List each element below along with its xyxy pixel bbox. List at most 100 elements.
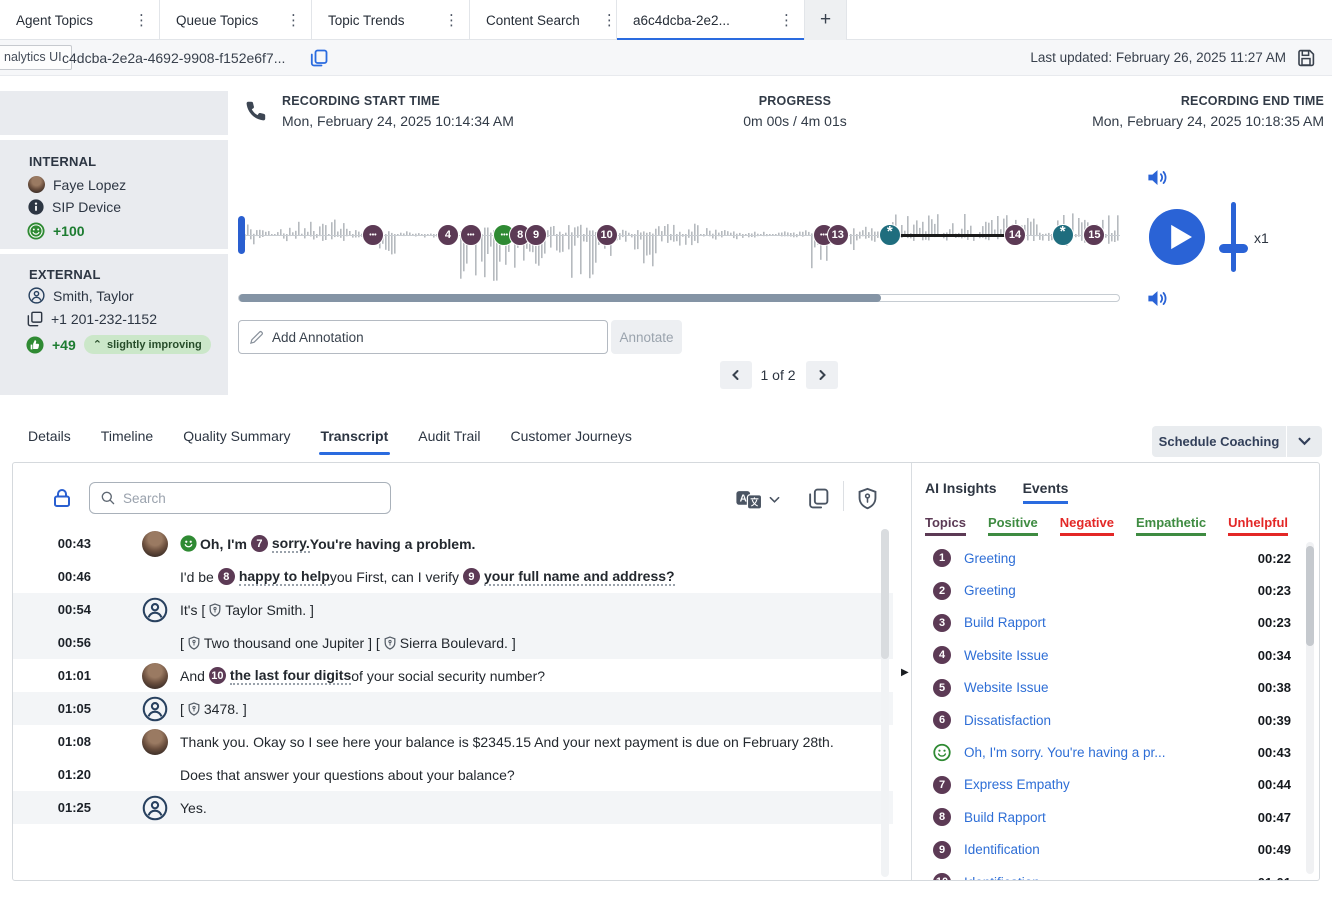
- topic-badge[interactable]: 9: [463, 568, 480, 585]
- tab-events[interactable]: Events: [1023, 480, 1069, 504]
- topic-badge[interactable]: 8: [218, 568, 235, 585]
- waveform-marker-15[interactable]: 15: [1083, 224, 1105, 246]
- workspace-tab-a6c4dcba-2e2-[interactable]: a6c4dcba-2e2...⋮: [617, 0, 805, 40]
- previous-page-button[interactable]: [720, 361, 752, 389]
- workspace-tab-agent-topics[interactable]: Agent Topics⋮: [0, 0, 160, 40]
- filter-negative[interactable]: Negative: [1060, 515, 1114, 536]
- event-item[interactable]: 10Identification01:01: [912, 866, 1320, 880]
- tab-ai-insights[interactable]: AI Insights: [925, 480, 997, 504]
- schedule-coaching-button[interactable]: Schedule Coaching: [1152, 426, 1322, 457]
- event-item[interactable]: Oh, I'm sorry. You're having a pr...00:4…: [912, 736, 1320, 768]
- audio-waveform[interactable]: •••4••••••8910•••13*14*15: [238, 188, 1120, 284]
- event-label[interactable]: Oh, I'm sorry. You're having a pr...: [964, 745, 1248, 760]
- event-item[interactable]: 8Build Rapport00:47: [912, 801, 1320, 833]
- kebab-menu-icon[interactable]: ⋮: [757, 11, 794, 29]
- tab-transcript[interactable]: Transcript: [321, 428, 389, 455]
- transcript-row[interactable]: 01:20Does that answer your questions abo…: [13, 758, 893, 791]
- tab-timeline[interactable]: Timeline: [101, 428, 153, 455]
- collapse-panel-handle[interactable]: ▶: [901, 667, 909, 678]
- tab-quality-summary[interactable]: Quality Summary: [183, 428, 290, 455]
- transcript-row[interactable]: 01:05[ 3478. ]: [13, 692, 893, 725]
- event-filters: Topics Positive Negative Empathetic Unhelpfu…: [925, 515, 1288, 536]
- event-label[interactable]: Greeting: [964, 551, 1248, 566]
- waveform-marker-13[interactable]: 13: [827, 224, 849, 246]
- transcript-row[interactable]: 01:01And 10the last four digits of your …: [13, 659, 893, 692]
- topic-badge[interactable]: 10: [209, 667, 226, 684]
- transcript-row[interactable]: 01:25Yes.: [13, 791, 893, 824]
- filter-positive[interactable]: Positive: [988, 515, 1038, 536]
- event-item[interactable]: 4Website Issue00:34: [912, 639, 1320, 671]
- annotate-button[interactable]: Annotate: [611, 320, 682, 354]
- volume-icon-external[interactable]: [1146, 288, 1169, 308]
- transcript-row[interactable]: 00:54It's [ Taylor Smith. ]: [13, 593, 893, 626]
- waveform-marker-topic[interactable]: •••: [362, 224, 384, 246]
- waveform-marker-topic[interactable]: •••: [460, 224, 482, 246]
- waveform-marker-9[interactable]: 9: [525, 224, 547, 246]
- events-scrollbar-thumb[interactable]: [1306, 546, 1314, 646]
- save-icon[interactable]: [1296, 48, 1316, 68]
- event-label[interactable]: Build Rapport: [964, 615, 1248, 630]
- event-label[interactable]: Build Rapport: [964, 810, 1248, 825]
- event-item[interactable]: 9Identification00:49: [912, 834, 1320, 866]
- event-label[interactable]: Website Issue: [964, 680, 1248, 695]
- positive-sentiment-icon: [933, 743, 951, 762]
- waveform-marker-pause[interactable]: *: [1052, 224, 1074, 246]
- tab-audit-trail[interactable]: Audit Trail: [418, 428, 480, 455]
- waveform-scrollbar-thumb[interactable]: [239, 294, 881, 302]
- transcript-row[interactable]: 00:43Oh, I'm 7sorry. You're having a pro…: [13, 527, 893, 560]
- speed-slider-handle[interactable]: [1219, 244, 1248, 253]
- workspace-tab-queue-topics[interactable]: Queue Topics⋮: [160, 0, 312, 40]
- waveform-scrollbar[interactable]: [238, 294, 1120, 302]
- waveform-marker-pause[interactable]: *: [879, 224, 901, 246]
- transcript-row[interactable]: 00:56[ Two thousand one Jupiter ] [ Sier…: [13, 626, 893, 659]
- event-label[interactable]: Express Empathy: [964, 777, 1248, 792]
- chevron-down-icon[interactable]: [1287, 437, 1322, 446]
- kebab-menu-icon[interactable]: ⋮: [264, 11, 301, 29]
- playhead[interactable]: [238, 216, 245, 254]
- waveform-marker-10[interactable]: 10: [596, 224, 618, 246]
- tab-customer-journeys[interactable]: Customer Journeys: [511, 428, 632, 455]
- copy-transcript-icon[interactable]: [807, 487, 829, 510]
- event-label[interactable]: Greeting: [964, 583, 1248, 598]
- play-button[interactable]: [1148, 208, 1206, 266]
- next-page-button[interactable]: [806, 361, 838, 389]
- kebab-menu-icon[interactable]: ⋮: [112, 11, 149, 29]
- copy-icon[interactable]: [309, 48, 329, 68]
- event-label[interactable]: Identification: [964, 842, 1248, 857]
- translate-icon[interactable]: A: [735, 489, 781, 510]
- transcript-scrollbar-thumb[interactable]: [881, 529, 889, 659]
- workspace-tab-content-search[interactable]: Content Search⋮: [470, 0, 617, 40]
- event-item[interactable]: 2Greeting00:23: [912, 574, 1320, 606]
- event-item[interactable]: 3Build Rapport00:23: [912, 607, 1320, 639]
- kebab-menu-icon[interactable]: ⋮: [422, 11, 459, 29]
- event-label[interactable]: Website Issue: [964, 648, 1248, 663]
- privacy-shield-icon[interactable]: [856, 487, 878, 510]
- event-item[interactable]: 6Dissatisfaction00:39: [912, 704, 1320, 736]
- workspace-tab-topic-trends[interactable]: Topic Trends⋮: [312, 0, 470, 40]
- event-item[interactable]: 5Website Issue00:38: [912, 672, 1320, 704]
- search-input[interactable]: [123, 491, 380, 506]
- waveform-marker-14[interactable]: 14: [1004, 224, 1026, 246]
- filter-empathetic[interactable]: Empathetic: [1136, 515, 1206, 536]
- event-label[interactable]: Dissatisfaction: [964, 713, 1248, 728]
- volume-icon-internal[interactable]: [1146, 167, 1169, 187]
- transcript-row[interactable]: 00:46I'd be 8happy to help you First, ca…: [13, 560, 893, 593]
- copy-phone-icon[interactable]: [27, 311, 43, 327]
- event-label[interactable]: Identification: [964, 875, 1248, 880]
- keyword-phrase: sorry.: [272, 535, 310, 553]
- kebab-menu-icon[interactable]: ⋮: [580, 11, 617, 29]
- waveform-marker-4[interactable]: 4: [437, 224, 459, 246]
- recording-end-label: RECORDING END TIME: [1092, 94, 1324, 108]
- event-item[interactable]: 7Express Empathy00:44: [912, 769, 1320, 801]
- filter-topics[interactable]: Topics: [925, 515, 966, 536]
- transcript-row[interactable]: 01:08Thank you. Okay so I see here your …: [13, 725, 893, 758]
- event-item[interactable]: 1Greeting00:22: [912, 542, 1320, 574]
- topic-badge[interactable]: 7: [251, 535, 268, 552]
- lock-icon[interactable]: [51, 487, 73, 509]
- filter-unhelpful[interactable]: Unhelpful: [1228, 515, 1288, 536]
- add-tab-button[interactable]: +: [805, 0, 847, 40]
- annotation-input[interactable]: [272, 330, 597, 345]
- speed-slider[interactable]: [1231, 202, 1236, 272]
- sentiment-trend-badge: ⌃ slightly improving: [84, 335, 211, 354]
- tab-details[interactable]: Details: [28, 428, 71, 455]
